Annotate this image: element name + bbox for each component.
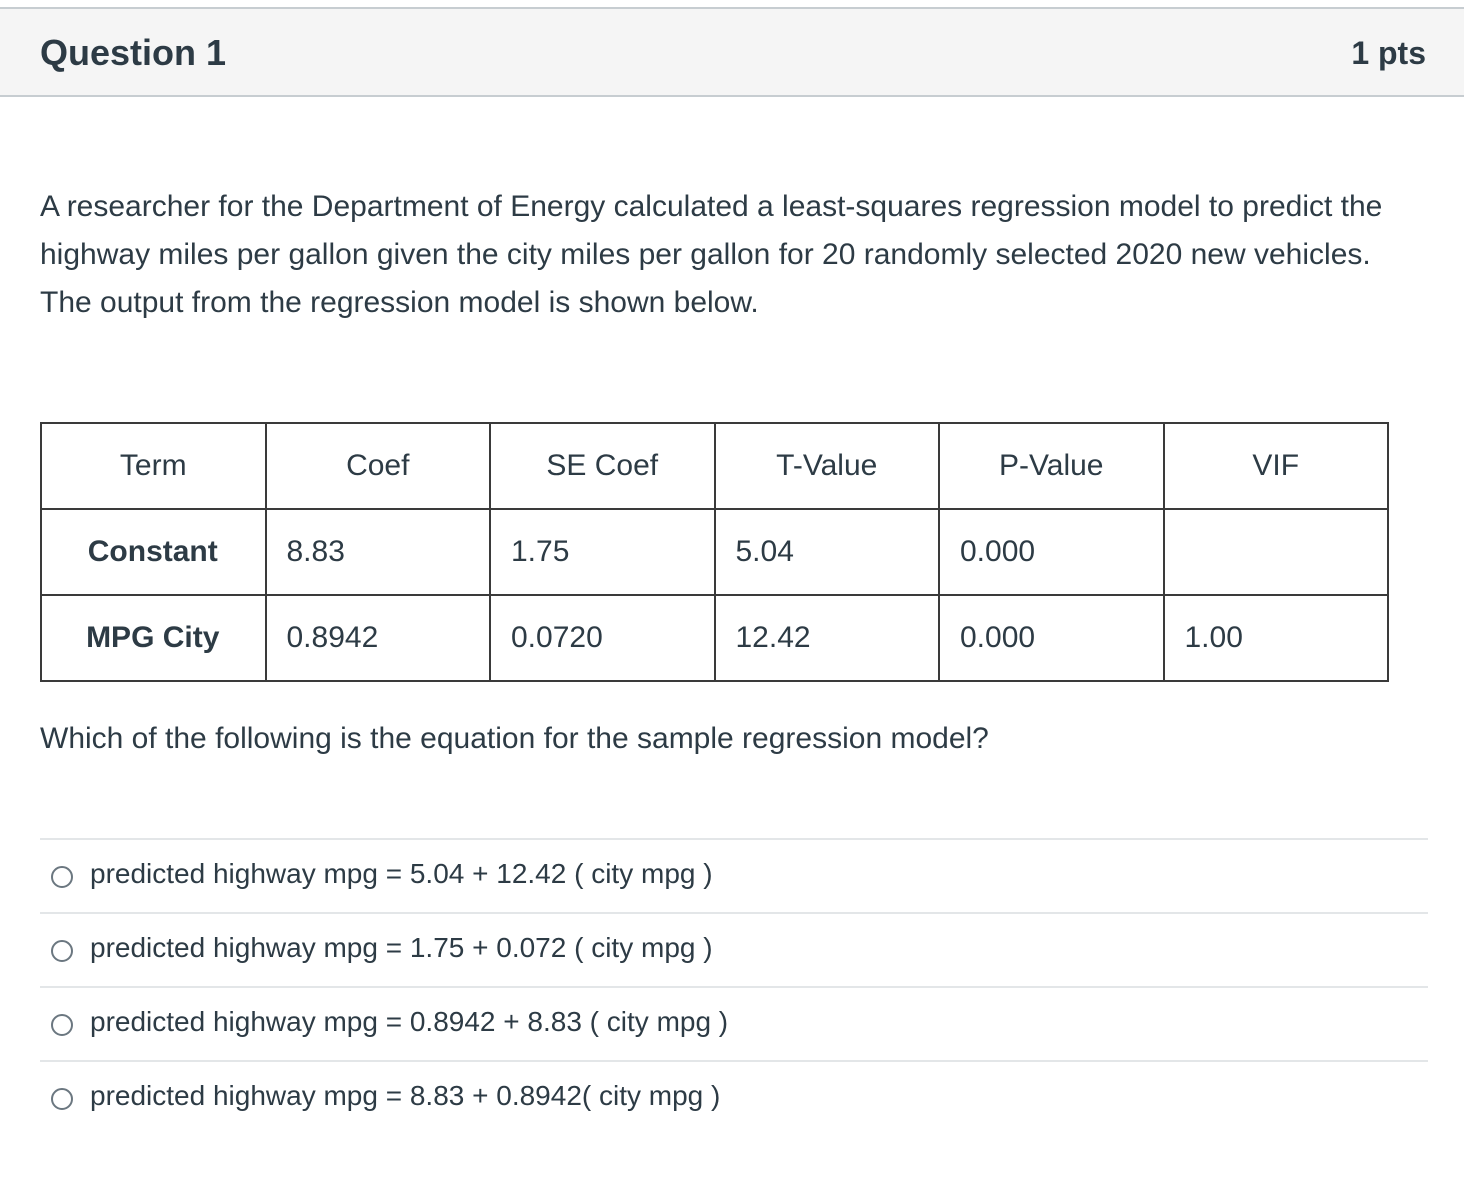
answer-label[interactable]: predicted highway mpg = 0.8942 + 8.83 ( … xyxy=(90,1006,728,1038)
table-cell: 1.75 xyxy=(489,508,716,596)
radio-button[interactable] xyxy=(51,1014,73,1036)
answer-option-3[interactable]: predicted highway mpg = 0.8942 + 8.83 ( … xyxy=(40,986,1428,1060)
question-text: A researcher for the Department of Energ… xyxy=(40,190,1383,319)
table-header-cell: VIF xyxy=(1162,422,1389,510)
table-header-cell: Term xyxy=(40,422,267,510)
table-cell: 12.42 xyxy=(713,594,940,682)
table-cell: 8.83 xyxy=(264,508,491,596)
answer-label[interactable]: predicted highway mpg = 8.83 + 0.8942( c… xyxy=(90,1080,720,1112)
regression-table: Term Coef SE Coef T-Value P-Value VIF Co… xyxy=(40,422,1389,682)
question-prompt: Which of the following is the equation f… xyxy=(40,722,989,755)
quiz-page: Question 1 1 pts A researcher for the De… xyxy=(0,0,1466,1180)
radio-button[interactable] xyxy=(51,866,73,888)
question-title: Question 1 xyxy=(40,32,227,73)
table-row: MPG City 0.8942 0.0720 12.42 0.000 1.00 xyxy=(40,594,1389,682)
question-header: Question 1 1 pts xyxy=(0,7,1464,97)
radio-button[interactable] xyxy=(51,1088,73,1110)
answer-label[interactable]: predicted highway mpg = 1.75 + 0.072 ( c… xyxy=(90,932,713,964)
table-cell: 0.0720 xyxy=(489,594,716,682)
answer-option-4[interactable]: predicted highway mpg = 8.83 + 0.8942( c… xyxy=(40,1060,1428,1134)
table-cell-term: Constant xyxy=(40,508,267,596)
answer-option-2[interactable]: predicted highway mpg = 1.75 + 0.072 ( c… xyxy=(40,912,1428,986)
table-row: Constant 8.83 1.75 5.04 0.000 xyxy=(40,508,1389,596)
table-header-cell: T-Value xyxy=(713,422,940,510)
answer-list: predicted highway mpg = 5.04 + 12.42 ( c… xyxy=(40,838,1428,1134)
table-header-cell: P-Value xyxy=(938,422,1165,510)
answer-label[interactable]: predicted highway mpg = 5.04 + 12.42 ( c… xyxy=(90,858,713,890)
table-cell: 0.000 xyxy=(938,508,1165,596)
table-header-row: Term Coef SE Coef T-Value P-Value VIF xyxy=(40,422,1389,510)
table-cell: 0.000 xyxy=(938,594,1165,682)
table-cell-term: MPG City xyxy=(40,594,267,682)
table-header-cell: Coef xyxy=(264,422,491,510)
answer-option-1[interactable]: predicted highway mpg = 5.04 + 12.42 ( c… xyxy=(40,838,1428,912)
table-cell: 0.8942 xyxy=(264,594,491,682)
radio-button[interactable] xyxy=(51,940,73,962)
question-points: 1 pts xyxy=(1351,35,1426,71)
table-cell xyxy=(1162,508,1389,596)
table-cell: 5.04 xyxy=(713,508,940,596)
table-header-cell: SE Coef xyxy=(489,422,716,510)
table-cell: 1.00 xyxy=(1162,594,1389,682)
